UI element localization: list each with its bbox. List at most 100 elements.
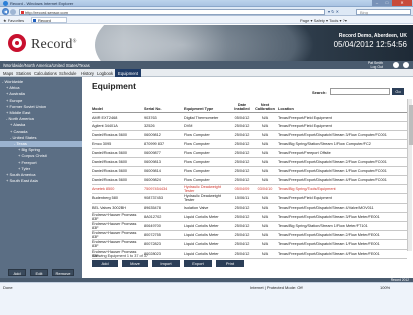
close-button[interactable]: ✕: [392, 0, 412, 6]
column-header-model[interactable]: Model: [92, 99, 144, 113]
cell-type: DVM: [184, 124, 193, 129]
menu-schedule[interactable]: Schedule: [59, 71, 76, 76]
table-row[interactable]: Daniel/Rosious 5600 06009877 Flow Computer…: [92, 149, 407, 158]
cell-location: Texas/Freeport/Freeport Offsite: [278, 150, 331, 155]
url-field[interactable]: http://record.sensor.com: [19, 8, 325, 15]
table-row[interactable]: Daniel/Rosious 5600 06009813 Flow Computer…: [92, 158, 407, 167]
web-search-input[interactable]: Bing: [356, 8, 411, 15]
add-button[interactable]: Add: [92, 260, 118, 267]
cell-calib: N/A: [261, 168, 269, 173]
table-row[interactable]: Daniel/Rosious 5600 06009812 Flow Computer…: [92, 131, 407, 140]
cell-location: Texas/Freeport/Export/Dispatch/Stream 1/…: [278, 242, 380, 247]
tree-item-label: Corpus Christi: [21, 153, 47, 159]
column-header-calibration[interactable]: Next Calibration: [254, 99, 276, 113]
column-header-location[interactable]: Location: [278, 99, 406, 113]
maximize-button[interactable]: □: [382, 0, 392, 6]
cell-serial: 06009812: [144, 132, 161, 137]
table-scrollbar[interactable]: [407, 99, 413, 251]
cell-type: Flow Computer: [184, 150, 210, 155]
zoom-level[interactable]: 100%: [380, 285, 390, 290]
cell-model: Daniel/Rosious 5600: [92, 159, 128, 164]
favorites-button[interactable]: ★ Favorites: [3, 18, 24, 23]
record-logo-icon: [8, 34, 26, 52]
cell-installed: 25/04/12: [234, 142, 250, 147]
table-row[interactable]: Emco 3095 870999 837 Flow Computer 25/04/12…: [92, 140, 407, 150]
cell-serial: 80649700: [144, 224, 161, 229]
scrollbar-thumb[interactable]: [408, 105, 413, 145]
cell-calib: N/A: [261, 196, 269, 201]
cell-model: AMR EXT2468: [92, 115, 118, 120]
column-header-installed[interactable]: Date Installed: [232, 99, 252, 113]
table-row[interactable]: Daniel/Rosious 5600 06009814 Flow Computer…: [92, 167, 407, 176]
table-row[interactable]: Endress+Hauser Promass 83F 8A012702 Liquid…: [92, 213, 407, 222]
print-button[interactable]: Print: [216, 260, 244, 267]
tree-item-label: Freeport: [21, 159, 37, 165]
browser-tab[interactable]: Record: [31, 17, 67, 23]
menu-equipment[interactable]: Equipment: [115, 69, 142, 77]
refresh-stop-icons[interactable]: ▾ ↻ ✕: [328, 9, 339, 14]
menu-maps[interactable]: Maps: [3, 71, 13, 76]
table-row[interactable]: Endress+Hauser Promass 83F 80649700 Liquid…: [92, 222, 407, 232]
cell-type: Liquid Coriolis Meter: [184, 242, 219, 247]
table-status: Showing Equipment 1 to 37 of 37: [92, 254, 148, 258]
menu-logbook[interactable]: Logbook: [97, 71, 113, 76]
forward-button[interactable]: [10, 8, 16, 15]
table-row[interactable]: BEL Valves 3002BH 89635478 Isolation Valve…: [92, 204, 407, 213]
column-header-serial[interactable]: Serial No.: [144, 99, 184, 113]
command-bar[interactable]: Page ▾ Safety ▾ Tools ▾ ?▾: [300, 18, 347, 23]
menu-history[interactable]: History: [81, 71, 94, 76]
tree-edit-button[interactable]: Edit: [30, 269, 48, 276]
menu-stations[interactable]: Stations: [16, 71, 31, 76]
search-input[interactable]: [330, 88, 390, 95]
header-graphic: [95, 25, 315, 61]
cell-location: Texas/Freeport/Export/Dispatch/Stream 3/…: [278, 132, 387, 137]
tree-item-south-east-asia[interactable]: + South East Asia: [0, 178, 82, 184]
tree-item-label: Tyler: [21, 165, 31, 171]
table-row[interactable]: Endress+Hauser Promass 83F 80072755 Liquid…: [92, 231, 407, 241]
cell-type: Liquid Coriolis Meter: [184, 251, 219, 256]
cell-serial: 908737453: [144, 196, 164, 201]
table-row[interactable]: Budenberg 580 908737453 Hydraulic Deadweig…: [92, 194, 407, 204]
cell-location: Texas/Big Spring/Tools/Equipment: [278, 187, 336, 192]
table-row[interactable]: AMR EXT2468 903763 Digital Thermometer 05/0…: [92, 114, 407, 123]
cell-type: Liquid Coriolis Meter: [184, 233, 219, 238]
table-row[interactable]: Agilent 34401A 32526 DVM 25/04/12 N/A Texas/F…: [92, 122, 407, 131]
menu-calculations[interactable]: Calculations: [34, 71, 57, 76]
export-button[interactable]: Export: [184, 260, 212, 267]
location-line: Record Demo, Aberdeen, UK: [338, 33, 407, 39]
go-button[interactable]: Go: [392, 88, 404, 95]
table-row[interactable]: Endress+Hauser Promass 83F 80072823 Liquid…: [92, 240, 407, 250]
cell-model: Endress+Hauser Promass 83F: [92, 231, 137, 240]
cell-installed: 25/04/12: [234, 205, 250, 210]
cell-model: Emco 3095: [92, 142, 112, 147]
tree-item-label: Australia: [9, 91, 25, 97]
column-header-type[interactable]: Equipment Type: [184, 99, 232, 113]
move-button[interactable]: Move: [122, 260, 148, 267]
back-button[interactable]: ◀: [2, 8, 9, 15]
cell-serial: 32526: [144, 124, 155, 129]
cell-calib: N/A: [261, 242, 269, 247]
help-icon[interactable]: [393, 62, 399, 68]
cell-installed: 25/04/12: [234, 159, 250, 164]
table-row[interactable]: Daniel/Rosious 5600 06009824 Flow Computer…: [92, 176, 407, 186]
tree-add-button[interactable]: Add: [8, 269, 26, 276]
settings-icon[interactable]: [403, 62, 409, 68]
cell-serial: 06009824: [144, 178, 161, 183]
cell-calib: N/A: [261, 233, 269, 238]
tree-remove-button[interactable]: Remove: [52, 269, 74, 276]
minimize-button[interactable]: –: [372, 0, 382, 6]
cell-installed: 05/04/12: [234, 115, 250, 120]
cell-calib: N/A: [261, 205, 269, 210]
cell-model: BEL Valves 3002BH: [92, 205, 126, 210]
tree-item-label: Middle East: [9, 110, 31, 115]
cell-installed: 05/04/09: [234, 187, 250, 192]
table-row[interactable]: Ametek 8500 75097454434 Hydraulic Deadweig…: [92, 185, 407, 195]
tab-favicon-icon: [33, 19, 36, 22]
import-button[interactable]: Import: [152, 260, 180, 267]
cell-installed: 25/04/12: [234, 233, 250, 238]
cell-installed: 15/06/11: [234, 196, 250, 201]
tree-item-label: Big Spring: [21, 147, 40, 153]
cell-location: Texas/Big Spring/Station/Stream 1/Flow M…: [278, 224, 368, 229]
cell-calib: N/A: [261, 251, 269, 256]
page-title: Equipment: [92, 81, 136, 91]
